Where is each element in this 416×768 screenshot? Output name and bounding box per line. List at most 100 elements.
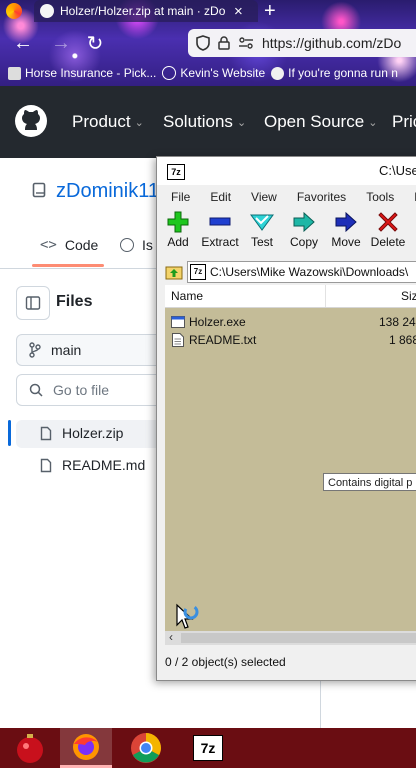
- url-bar[interactable]: https://github.com/zDo: [188, 29, 416, 57]
- git-branch-icon: [29, 342, 41, 358]
- menu-tools[interactable]: Tools: [354, 187, 402, 207]
- file-icon: [40, 426, 52, 440]
- plus-icon: [167, 211, 189, 233]
- sevenzip-window: 7z C:\Use File Edit View Favorites Tools…: [156, 156, 416, 681]
- busy-cursor-icon: [176, 603, 199, 629]
- list-item[interactable]: README.txt 1 868: [165, 331, 416, 349]
- nav-label: Product: [72, 112, 131, 131]
- firefox-tab-icon[interactable]: [6, 3, 22, 19]
- nav-solutions[interactable]: Solutions ⌄: [163, 112, 246, 132]
- tab-title: Holzer/Holzer.zip at main · zDo: [60, 4, 226, 18]
- scroll-thumb[interactable]: [181, 633, 416, 643]
- tab-code[interactable]: <> Code: [40, 237, 98, 253]
- file-name: README.md: [62, 457, 146, 473]
- bookmark-label: Kevin's Website: [180, 66, 266, 80]
- url-text: https://github.com/zDo: [262, 35, 402, 51]
- horizontal-scrollbar[interactable]: ‹: [165, 630, 416, 645]
- file-icon: [40, 458, 52, 472]
- column-header-row: Name Size: [165, 285, 416, 308]
- test-button[interactable]: Test: [241, 209, 283, 257]
- menu-edit[interactable]: Edit: [198, 187, 239, 207]
- sevenzip-titlebar[interactable]: 7z C:\Use: [157, 157, 416, 185]
- selected-indicator: [8, 420, 11, 446]
- list-item[interactable]: Holzer.exe 138 240: [165, 313, 416, 331]
- tool-label: Test: [250, 235, 273, 249]
- permissions-icon: [239, 37, 253, 49]
- menu-favorites[interactable]: Favorites: [285, 187, 354, 207]
- move-arrow-icon: [335, 212, 357, 232]
- tool-label: Extract: [201, 235, 239, 249]
- reload-icon[interactable]: ↻: [82, 30, 108, 56]
- divider: [320, 680, 321, 728]
- taskbar-start-ornament[interactable]: [0, 728, 60, 768]
- sevenzip-address-row: 7z C:\Users\Mike Wazowski\Downloads\: [165, 261, 416, 283]
- back-icon[interactable]: ←: [10, 30, 36, 56]
- taskbar-sevenzip[interactable]: 7z: [180, 728, 236, 768]
- file-tree-item-holzer-zip[interactable]: Holzer.zip: [40, 425, 123, 441]
- bookmark-horse-insurance[interactable]: Horse Insurance - Pick...: [8, 66, 156, 80]
- close-tab-icon[interactable]: ×: [234, 3, 243, 20]
- move-button[interactable]: Move: [325, 209, 367, 257]
- issue-icon: [120, 238, 134, 252]
- tool-label: Copy: [289, 235, 318, 249]
- code-icon: <>: [40, 237, 57, 253]
- bookmarks-bar: Horse Insurance - Pick... Kevin's Websit…: [0, 62, 416, 84]
- delete-x-icon: [378, 212, 398, 232]
- nav-open-source[interactable]: Open Source ⌄: [264, 112, 377, 132]
- nav-product[interactable]: Product ⌄: [72, 112, 144, 132]
- branch-name: main: [51, 342, 82, 358]
- copy-arrow-icon: [293, 212, 315, 232]
- tooltip: Contains digital p: [323, 473, 416, 491]
- active-tab-underline: [32, 264, 104, 267]
- archive-icon: 7z: [190, 264, 206, 280]
- nav-pricing[interactable]: Pric: [392, 112, 416, 132]
- scroll-left-icon[interactable]: ‹: [169, 630, 173, 644]
- file-tree-item-readme[interactable]: README.md: [40, 457, 145, 473]
- chrome-icon: [131, 733, 161, 763]
- column-size[interactable]: Size: [401, 289, 416, 303]
- forward-icon[interactable]: →: [48, 30, 74, 56]
- column-name[interactable]: Name: [171, 289, 203, 303]
- collapse-file-tree-button[interactable]: [16, 286, 50, 320]
- copy-button[interactable]: Copy: [283, 209, 325, 257]
- status-bar: 0 / 2 object(s) selected: [165, 655, 286, 669]
- path-input[interactable]: 7z C:\Users\Mike Wazowski\Downloads\: [187, 261, 416, 283]
- tool-label: Move: [331, 235, 361, 249]
- taskbar-firefox[interactable]: [60, 728, 112, 768]
- file-name: README.txt: [189, 333, 257, 347]
- sevenzip-menubar: File Edit View Favorites Tools Help: [157, 187, 416, 207]
- menu-help[interactable]: Help: [402, 187, 416, 207]
- delete-button[interactable]: Delete: [367, 209, 409, 257]
- taskbar-chrome[interactable]: [118, 728, 174, 768]
- file-size: 138 240: [379, 315, 416, 329]
- browser-chrome: Holzer/Holzer.zip at main · zDo × + ← → …: [0, 0, 416, 86]
- tab-issues[interactable]: Is: [120, 237, 153, 253]
- sevenzip-toolbar: Add Extract Test Copy Move Delete: [157, 209, 416, 257]
- bookmark-kevins-website[interactable]: Kevin's Website: [162, 66, 265, 80]
- path-text: C:\Users\Mike Wazowski\Downloads\: [210, 265, 409, 279]
- tool-label: Delete: [370, 235, 406, 249]
- file-list[interactable]: Name Size Holzer.exe 138 240 README.txt …: [165, 285, 416, 645]
- chevron-down-icon: ⌄: [368, 116, 378, 129]
- files-heading: Files: [56, 293, 93, 310]
- file-size: 1 868: [389, 333, 416, 347]
- file-name: Holzer.exe: [189, 315, 246, 329]
- tab-label: Is: [142, 237, 153, 253]
- browser-tab-active[interactable]: Holzer/Holzer.zip at main · zDo ×: [34, 0, 258, 22]
- shield-icon: [196, 35, 210, 51]
- github-favicon-icon: [40, 4, 54, 18]
- folder-up-icon[interactable]: [165, 263, 183, 281]
- github-logo-icon[interactable]: [14, 104, 48, 138]
- bookmark-label: If you're gonna run n: [288, 66, 398, 80]
- bookmark-run[interactable]: If you're gonna run n: [271, 66, 398, 80]
- chevron-down-icon: ⌄: [134, 116, 144, 129]
- window-title: C:\Use: [379, 163, 416, 178]
- christmas-ornament-icon: [17, 734, 43, 763]
- column-divider: [325, 285, 326, 307]
- menu-file[interactable]: File: [157, 187, 198, 207]
- add-button[interactable]: Add: [157, 209, 199, 257]
- new-tab-button[interactable]: +: [264, 0, 284, 22]
- repo-owner-link[interactable]: zDominik11: [56, 180, 159, 203]
- menu-view[interactable]: View: [239, 187, 285, 207]
- extract-button[interactable]: Extract: [199, 209, 241, 257]
